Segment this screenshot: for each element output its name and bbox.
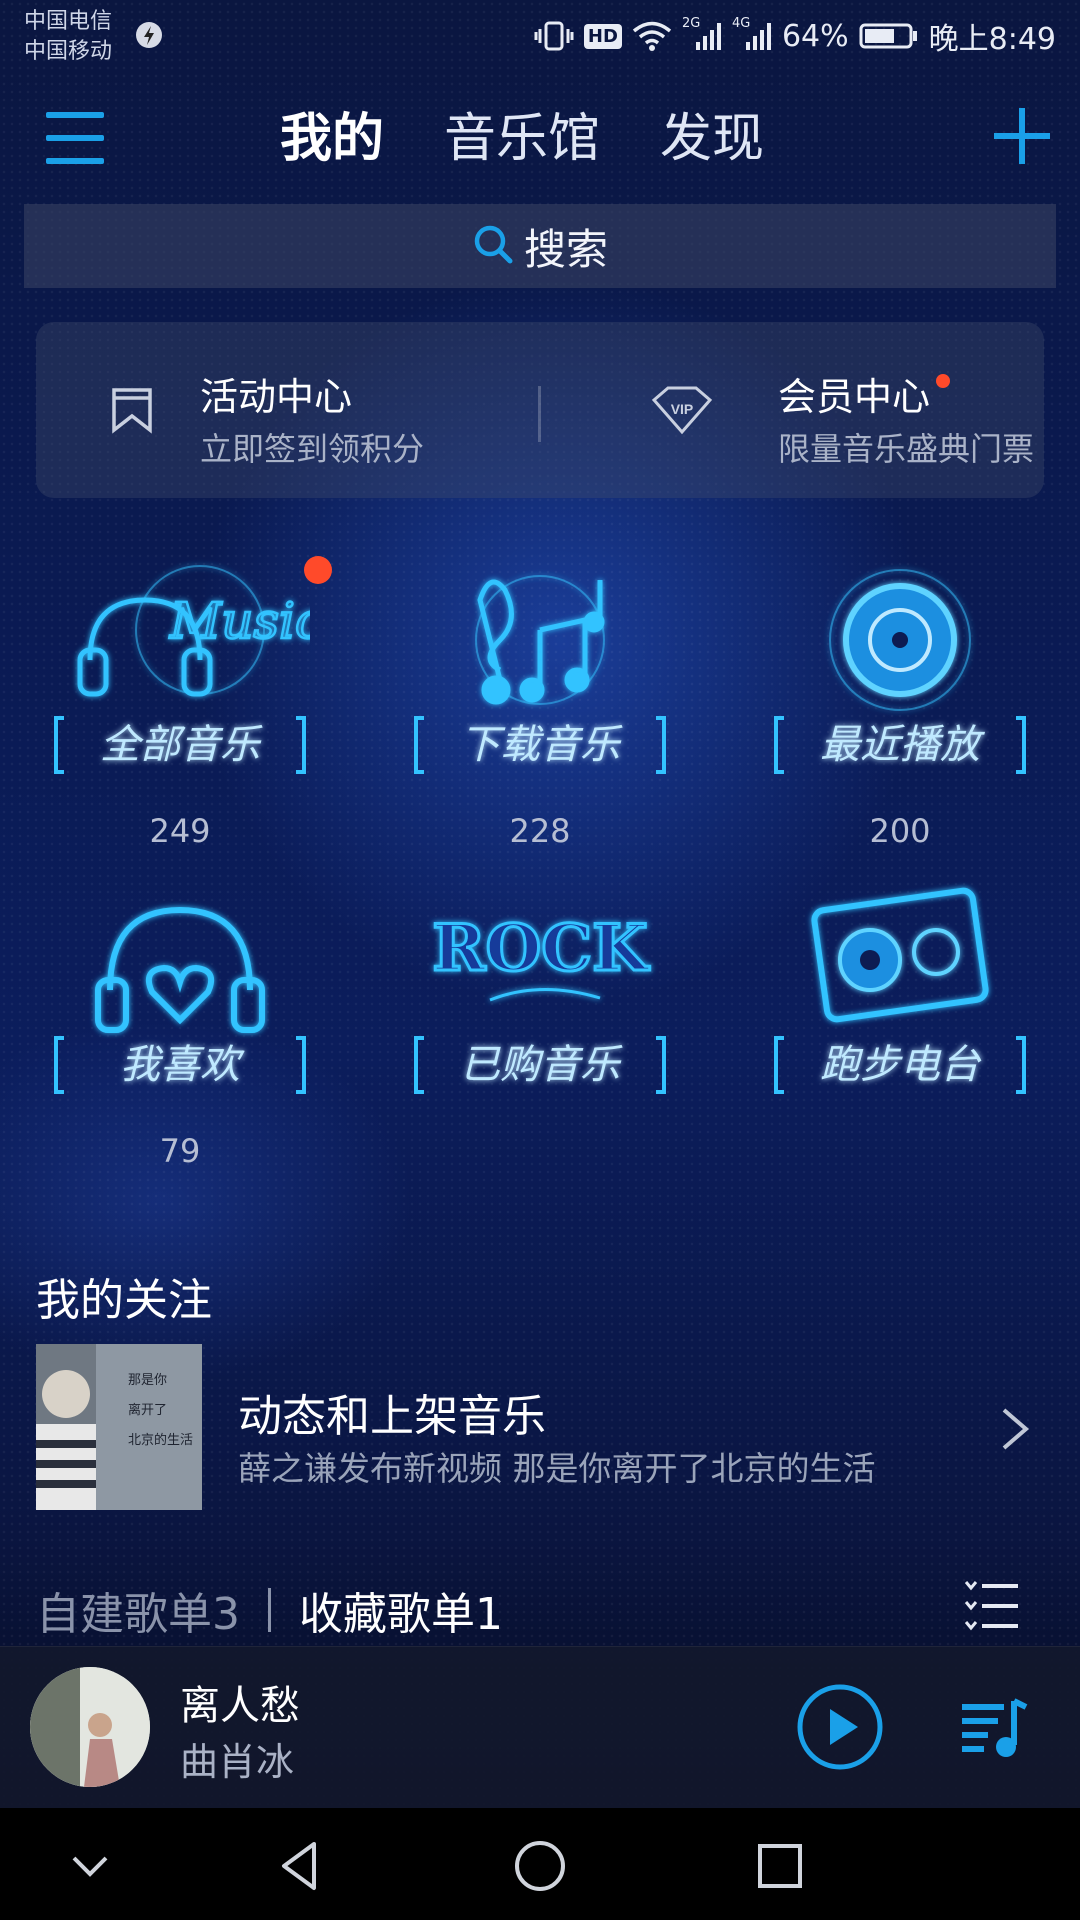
chevron-right-icon bbox=[996, 1404, 1036, 1454]
running-radio-label: 跑步电台 bbox=[820, 1042, 982, 1088]
carrier-1: 中国电信 bbox=[24, 9, 113, 34]
net-type-2: 4G bbox=[731, 16, 751, 31]
library-downloaded[interactable]: 下载音乐 228 bbox=[390, 550, 690, 850]
tab-mine[interactable]: 我的 bbox=[280, 104, 384, 174]
playlist-manage-icon[interactable] bbox=[964, 1580, 1020, 1632]
wifi-icon bbox=[632, 20, 672, 52]
recent-count: 200 bbox=[869, 812, 931, 850]
purchased-label: 已购音乐 bbox=[460, 1042, 623, 1088]
all-music-count: 249 bbox=[149, 812, 211, 850]
library-all-music[interactable]: Music 全部音乐 249 bbox=[30, 550, 330, 850]
hide-nav-icon[interactable] bbox=[60, 1836, 120, 1896]
search-icon bbox=[472, 223, 514, 269]
library-running-radio[interactable]: 跑步电台 bbox=[750, 870, 1050, 1170]
activity-center-title: 活动中心 bbox=[200, 375, 353, 419]
activity-center-entry[interactable]: 活动中心 立即签到领积分 bbox=[36, 322, 536, 498]
follow-item-title: 动态和上架音乐 bbox=[238, 1391, 546, 1442]
playlist-tabs: 自建歌单3 收藏歌单1 bbox=[36, 1580, 503, 1640]
recents-icon[interactable] bbox=[750, 1836, 810, 1896]
album-art[interactable] bbox=[30, 1667, 150, 1787]
search-bar[interactable]: 搜索 bbox=[24, 204, 1056, 288]
favorites-count: 79 bbox=[159, 1132, 201, 1170]
tab-separator bbox=[268, 1588, 271, 1632]
headphones-music-icon: Music 全部音乐 bbox=[54, 565, 310, 774]
vip-badge-text: VIP bbox=[671, 401, 694, 417]
thumb-line-2: 离开了 bbox=[128, 1402, 167, 1418]
vip-icon: VIP bbox=[650, 384, 714, 436]
recent-label: 最近播放 bbox=[820, 722, 986, 768]
back-icon[interactable] bbox=[270, 1836, 330, 1896]
follow-thumbnail: 那是你 离开了 北京的生活 bbox=[36, 1344, 202, 1510]
notification-dot bbox=[304, 556, 332, 584]
song-artist: 曲肖冰 bbox=[180, 1740, 295, 1784]
follow-item[interactable]: 那是你 离开了 北京的生活 动态和上架音乐 薛之谦发布新视频 那是你离开了北京的… bbox=[36, 1344, 1044, 1512]
thumb-line-3: 北京的生活 bbox=[128, 1432, 193, 1448]
vip-center-title: 会员中心 bbox=[778, 366, 951, 421]
tab-collected-playlists[interactable]: 收藏歌单1 bbox=[299, 1578, 503, 1642]
battery-percent: 64% bbox=[781, 18, 849, 54]
carrier-2: 中国移动 bbox=[24, 39, 113, 64]
song-title: 离人愁 bbox=[180, 1683, 300, 1729]
my-follow-title: 我的关注 bbox=[36, 1275, 212, 1326]
downloaded-count: 228 bbox=[509, 812, 571, 850]
card-divider bbox=[538, 386, 541, 442]
home-icon[interactable] bbox=[510, 1836, 570, 1896]
tab-music-hall[interactable]: 音乐馆 bbox=[444, 104, 600, 174]
top-nav: 我的 音乐馆 发现 bbox=[0, 90, 1080, 190]
queue-icon[interactable] bbox=[958, 1691, 1030, 1763]
music-word: Music bbox=[169, 592, 310, 650]
status-bar: 中国电信 中国移动 HD 2G 4G 64% 晚上8:49 bbox=[0, 0, 1080, 72]
clock: 晚上8:49 bbox=[928, 22, 1056, 57]
follow-item-subtitle: 薛之谦发布新视频 那是你离开了北京的生活 bbox=[238, 1449, 876, 1488]
favorites-label: 我喜欢 bbox=[120, 1042, 245, 1088]
rock-word: ROCK bbox=[432, 911, 650, 986]
play-icon[interactable] bbox=[796, 1683, 884, 1771]
vip-center-subtitle: 限量音乐盛典门票 bbox=[778, 430, 1035, 468]
app-status-icon bbox=[134, 20, 164, 54]
downloaded-label: 下载音乐 bbox=[460, 722, 623, 768]
headphones-heart-icon: 我喜欢 bbox=[54, 906, 306, 1094]
vip-center-entry[interactable]: VIP 会员中心 限量音乐盛典门票 bbox=[544, 322, 1044, 498]
battery-icon bbox=[859, 21, 919, 51]
notification-dot bbox=[936, 374, 951, 388]
cassette-icon: 跑步电台 bbox=[774, 887, 1026, 1094]
bookmark-icon bbox=[106, 384, 158, 436]
library-purchased[interactable]: ROCK 已购音乐 bbox=[390, 870, 690, 1170]
library-grid: Music 全部音乐 249 下载音乐 228 最近播放 200 我喜欢 79 … bbox=[0, 550, 1080, 1190]
activity-center-subtitle: 立即签到领积分 bbox=[200, 430, 425, 468]
search-label: 搜索 bbox=[523, 224, 608, 274]
main-tabs: 我的 音乐馆 发现 bbox=[280, 104, 764, 174]
menu-icon[interactable] bbox=[46, 110, 106, 166]
library-recent[interactable]: 最近播放 200 bbox=[750, 550, 1050, 850]
hd-badge: HD bbox=[583, 23, 622, 49]
tab-my-playlists[interactable]: 自建歌单3 bbox=[36, 1578, 240, 1642]
signal-4g-icon: 4G bbox=[732, 16, 772, 52]
vibrate-icon bbox=[534, 20, 574, 52]
library-favorites[interactable]: 我喜欢 79 bbox=[30, 870, 330, 1170]
signal-2g-icon: 2G bbox=[682, 16, 722, 52]
music-notes-icon: 下载音乐 bbox=[414, 575, 666, 774]
net-type-1: 2G bbox=[681, 16, 701, 31]
thumb-line-1: 那是你 bbox=[128, 1373, 167, 1388]
vip-center-title-text: 会员中心 bbox=[778, 375, 931, 419]
all-music-label: 全部音乐 bbox=[100, 722, 263, 768]
add-icon[interactable] bbox=[994, 108, 1050, 164]
activity-card: 活动中心 立即签到领积分 VIP 会员中心 限量音乐盛典门票 bbox=[36, 322, 1044, 498]
record-disc-icon: 最近播放 bbox=[774, 569, 1026, 774]
rock-star-icon: ROCK 已购音乐 bbox=[414, 910, 666, 1094]
system-nav-bar bbox=[0, 1808, 1080, 1920]
tab-discover[interactable]: 发现 bbox=[660, 104, 764, 174]
mini-player: 离人愁 曲肖冰 bbox=[0, 1646, 1080, 1809]
